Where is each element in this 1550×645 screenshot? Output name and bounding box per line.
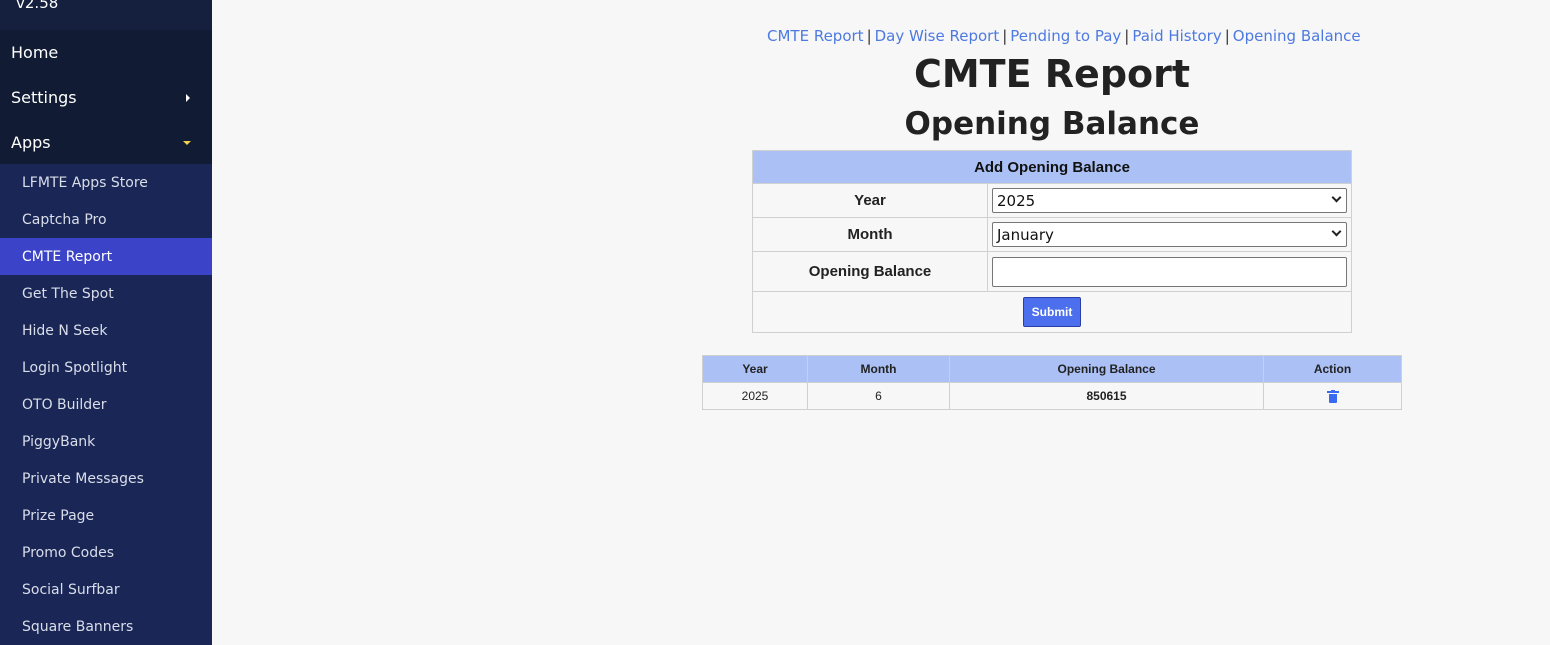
caret-right-icon [186,93,190,102]
col-opening-balance: Opening Balance [949,355,1264,383]
sidebar-item-oto-builder[interactable]: OTO Builder [0,386,212,423]
table-row: 2025 6 850615 [702,382,1402,410]
report-links: CMTE Report | Day Wise Report | Pending to P… [767,27,1361,45]
sidebar-item-promo-codes[interactable]: Promo Codes [0,534,212,571]
sidebar: v2.58 Home Settings Apps LFMTE Apps Stor… [0,0,212,645]
trash-icon[interactable] [1326,389,1339,403]
link-separator: | [1124,27,1130,45]
nav-home-label: Home [11,43,59,62]
link-separator: | [1002,27,1008,45]
version-label: v2.58 [16,0,59,12]
year-label: Year [752,183,988,218]
col-action: Action [1263,355,1402,383]
link-separator: | [866,27,872,45]
nav-apps-label: Apps [11,133,51,152]
link-pending-to-pay[interactable]: Pending to Pay [1010,27,1121,45]
opening-balance-input[interactable] [992,256,1347,287]
year-select[interactable]: 2025 [992,188,1347,213]
page-title: CMTE Report [913,52,1191,96]
submit-button[interactable]: Submit [1022,297,1082,327]
page-subtitle: Opening Balance [904,106,1200,142]
opening-balance-label: Opening Balance [752,251,988,292]
link-paid-history[interactable]: Paid History [1132,27,1221,45]
sidebar-item-hide-n-seek[interactable]: Hide N Seek [0,312,212,349]
sidebar-item-cmte-report[interactable]: CMTE Report [0,238,212,275]
link-cmte-report[interactable]: CMTE Report [767,27,864,45]
sidebar-item-login-spotlight[interactable]: Login Spotlight [0,349,212,386]
opening-balance-table: Year Month Opening Balance Action 2025 6… [702,355,1402,410]
nav-home[interactable]: Home [0,30,212,75]
main-content: CMTE Report | Day Wise Report | Pending to P… [212,0,1550,645]
nav-settings[interactable]: Settings [0,75,212,120]
caret-down-icon [183,140,191,145]
cell-action [1263,382,1402,410]
table-header-row: Year Month Opening Balance Action [702,355,1402,383]
cell-opening-balance: 850615 [949,382,1264,410]
sidebar-item-lfmte-apps-store[interactable]: LFMTE Apps Store [0,164,212,201]
link-day-wise-report[interactable]: Day Wise Report [875,27,1000,45]
apps-submenu: LFMTE Apps Store Captcha Pro CMTE Report… [0,164,212,645]
sidebar-item-social-surfbar[interactable]: Social Surfbar [0,571,212,608]
month-label: Month [752,217,988,252]
nav-apps[interactable]: Apps [0,120,212,165]
cell-year: 2025 [702,382,808,410]
month-select[interactable]: January [992,222,1347,247]
sidebar-item-captcha-pro[interactable]: Captcha Pro [0,201,212,238]
top-nav: Home Settings Apps [0,30,212,165]
sidebar-item-private-messages[interactable]: Private Messages [0,460,212,497]
month-select-value: January [997,225,1054,244]
chevron-down-icon [1331,226,1342,237]
cell-month: 6 [807,382,950,410]
add-opening-balance-form: Add Opening Balance Year 2025 Month Janu… [752,150,1352,333]
sidebar-item-piggybank[interactable]: PiggyBank [0,423,212,460]
link-opening-balance[interactable]: Opening Balance [1233,27,1361,45]
nav-settings-label: Settings [11,88,77,107]
form-heading: Add Opening Balance [752,150,1352,184]
sidebar-item-get-the-spot[interactable]: Get The Spot [0,275,212,312]
link-separator: | [1224,27,1230,45]
sidebar-item-prize-page[interactable]: Prize Page [0,497,212,534]
col-month: Month [807,355,950,383]
sidebar-item-square-banners[interactable]: Square Banners [0,608,212,645]
col-year: Year [702,355,808,383]
chevron-down-icon [1331,192,1342,203]
year-select-value: 2025 [997,191,1036,210]
